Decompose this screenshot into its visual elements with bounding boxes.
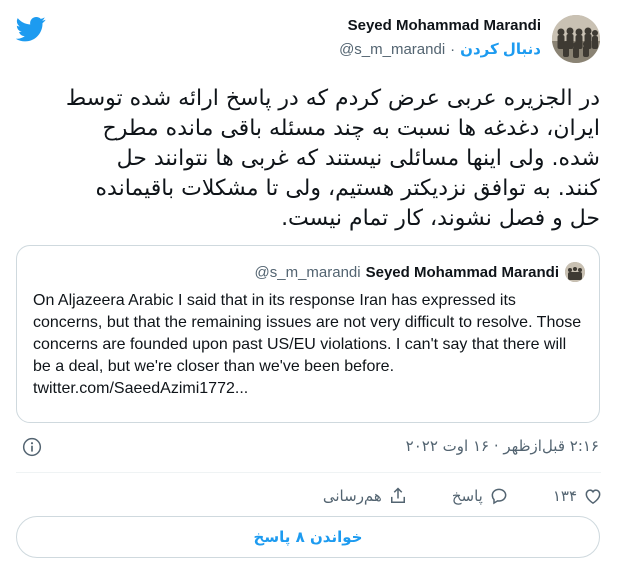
share-label: هم‌رسانی xyxy=(322,487,382,505)
quoted-author-handle: @s_m_marandi xyxy=(254,263,361,281)
quoted-tweet-text: On Aljazeera Arabic I said that in its r… xyxy=(33,290,585,400)
quoted-author-name: Seyed Mohammad Marandi xyxy=(365,263,559,281)
share-icon xyxy=(390,487,405,503)
tweet-timestamp[interactable]: ۲:۱۶ قبل‌ازظهر · ۱۶ اوت ۲۰۲۲ xyxy=(406,437,599,455)
like-count: ۱۳۴ xyxy=(552,487,577,505)
author-subline: @s_m_marandi · دنبال کردن xyxy=(339,40,541,60)
twitter-bird-icon[interactable] xyxy=(16,14,46,44)
quoted-tweet-header: Seyed Mohammad Marandi @s_m_marandi xyxy=(254,262,585,282)
heart-icon xyxy=(585,489,601,504)
share-button[interactable]: هم‌رسانی xyxy=(323,486,408,506)
reply-bubble-icon xyxy=(491,488,507,505)
group-photo-avatar xyxy=(552,15,600,63)
like-button[interactable]: ۱۳۴ xyxy=(553,486,603,506)
group-photo-avatar-small xyxy=(565,262,585,282)
quoted-author-avatar xyxy=(565,262,585,282)
tweet-text: در الجزیره عربی عرض کردم که در پاسخ ارائ… xyxy=(65,86,600,231)
author-avatar[interactable] xyxy=(552,15,600,63)
author-handle[interactable]: @s_m_marandi xyxy=(339,41,445,58)
info-icon[interactable] xyxy=(22,437,42,457)
quoted-tweet-link[interactable]: twitter.com/SaeedAzimi1772... xyxy=(33,380,248,397)
divider xyxy=(16,472,601,473)
tweet-actions: ۱۳۴ پاسخ هم‌رسانی xyxy=(323,484,603,508)
author-name[interactable]: Seyed Mohammad Marandi xyxy=(339,16,541,36)
reply-button[interactable]: پاسخ xyxy=(452,486,509,506)
read-replies-button[interactable]: خواندن ۸ پاسخ xyxy=(16,516,600,558)
quoted-tweet-body: On Aljazeera Arabic I said that in its r… xyxy=(33,292,582,375)
quoted-tweet[interactable]: Seyed Mohammad Marandi @s_m_marandi On A… xyxy=(16,245,600,423)
separator-dot: · xyxy=(450,41,456,58)
tweet-embed-card: Seyed Mohammad Marandi @s_m_marandi · دنبا… xyxy=(0,0,617,580)
author-header: Seyed Mohammad Marandi @s_m_marandi · دنبا… xyxy=(339,16,541,60)
follow-button[interactable]: دنبال کردن xyxy=(460,41,541,58)
reply-label: پاسخ xyxy=(451,487,483,505)
